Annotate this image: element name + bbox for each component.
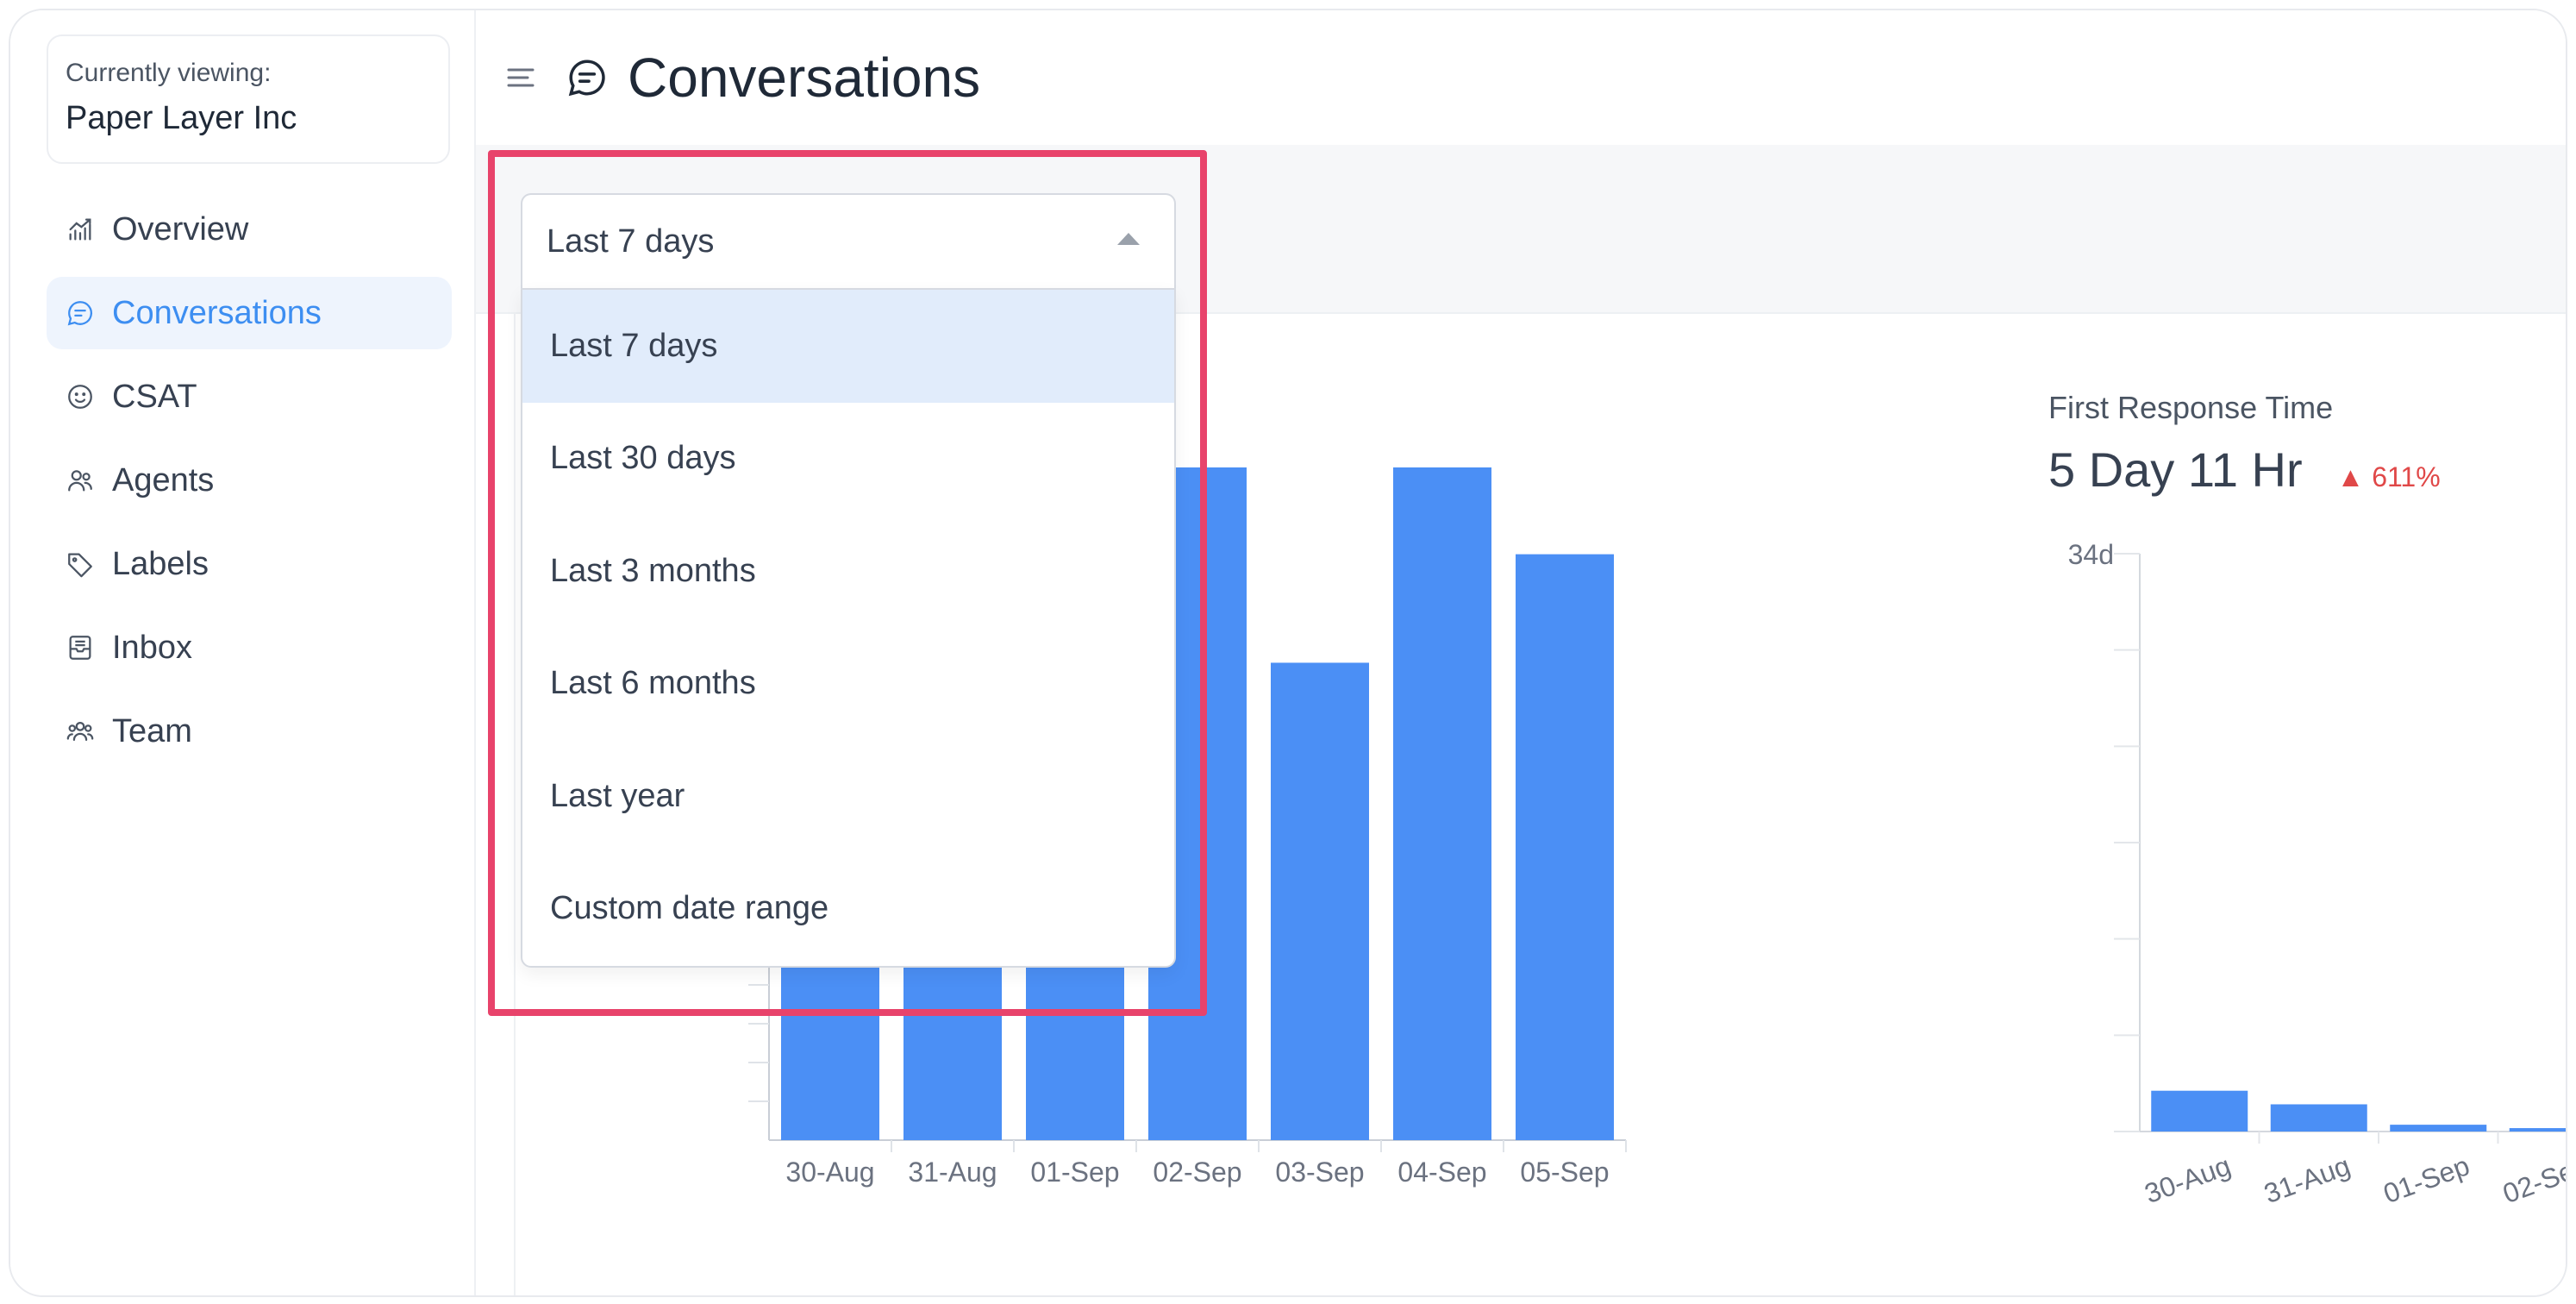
x-tick-label: 03-Sep: [1275, 1157, 1364, 1188]
smiley-icon: [66, 382, 95, 411]
x-tick-label: 04-Sep: [1397, 1157, 1486, 1188]
chart-trend-icon: [66, 215, 95, 244]
option-last-7-days[interactable]: Last 7 days: [522, 290, 1174, 403]
date-range-select[interactable]: Last 7 days: [521, 193, 1176, 288]
x-tick-label: 02-Sep: [1153, 1157, 1241, 1188]
sidebar-item-label: CSAT: [112, 378, 197, 415]
y-tick-label: 34d: [2068, 539, 2114, 570]
sidebar-item-agents[interactable]: Agents: [47, 444, 452, 517]
sidebar-item-label: Team: [112, 712, 192, 749]
sidebar: Currently viewing: Paper Layer Inc Overv…: [10, 10, 476, 1295]
x-tick-label: 30-Aug: [2141, 1150, 2235, 1209]
sidebar-item-conversations[interactable]: Conversations: [47, 277, 452, 349]
divider: [514, 312, 516, 1295]
page-header: Conversations: [476, 10, 2566, 145]
x-tick-label: 05-Sep: [1520, 1157, 1609, 1188]
metric-value: 5 Day 11 Hr: [2048, 442, 2303, 497]
tag-icon: [66, 549, 95, 579]
bar-02-Sep: [2509, 1128, 2566, 1132]
option-last-year[interactable]: Last year: [522, 740, 1174, 853]
sidebar-item-team[interactable]: Team: [47, 695, 452, 768]
date-range-selected: Last 7 days: [547, 223, 715, 260]
sidebar-item-csat[interactable]: CSAT: [47, 360, 452, 433]
metric-change: ▲ 611%: [2337, 461, 2441, 493]
account-switcher[interactable]: Currently viewing: Paper Layer Inc: [47, 34, 450, 164]
sidebar-item-label: Conversations: [112, 294, 322, 331]
bar-05-Sep: [1516, 554, 1614, 1140]
sidebar-item-label: Agents: [112, 461, 215, 498]
x-tick-label: 02-Sep: [2498, 1150, 2567, 1209]
sidebar-nav: Overview Conversations CSAT Agents Label…: [47, 193, 452, 779]
chat-bubble-icon: [566, 56, 609, 99]
account-caption: Currently viewing:: [66, 59, 272, 87]
app-window: Currently viewing: Paper Layer Inc Overv…: [9, 9, 2567, 1297]
chat-bubble-icon: [66, 298, 95, 328]
option-last-30-days[interactable]: Last 30 days: [522, 403, 1174, 516]
bar-03-Sep: [1271, 662, 1369, 1140]
option-custom-date-range[interactable]: Custom date range: [522, 853, 1174, 966]
first-response-time-chart: 34d30-Aug31-Aug01-Sep02-Sep03-Sep04-Sep0…: [2028, 528, 2567, 1222]
metric-title: First Response Time: [2048, 390, 2334, 425]
option-last-3-months[interactable]: Last 3 months: [522, 515, 1174, 628]
account-name: Paper Layer Inc: [66, 100, 297, 136]
metric-change-value: 611%: [2372, 461, 2441, 492]
sidebar-item-overview[interactable]: Overview: [47, 193, 452, 266]
menu-toggle-icon[interactable]: [507, 65, 536, 91]
sidebar-item-inbox[interactable]: Inbox: [47, 611, 452, 684]
x-tick-label: 31-Aug: [908, 1157, 997, 1188]
bar-30-Aug: [2151, 1090, 2248, 1132]
sidebar-item-label: Labels: [112, 545, 209, 582]
x-tick-label: 31-Aug: [2260, 1150, 2354, 1209]
agents-icon: [66, 466, 95, 495]
triangle-up-icon: ▲: [2336, 461, 2373, 492]
caret-up-icon: [1117, 233, 1140, 245]
bar-04-Sep: [1393, 467, 1491, 1140]
sidebar-item-labels[interactable]: Labels: [47, 528, 452, 600]
date-range-options: Last 7 days Last 30 days Last 3 months L…: [521, 288, 1176, 968]
team-icon: [66, 717, 95, 746]
x-tick-label: 01-Sep: [2379, 1150, 2473, 1209]
page-title: Conversations: [628, 47, 981, 109]
metric-value-row: 5 Day 11 Hr ▲ 611%: [2048, 442, 2441, 498]
x-tick-label: 30-Aug: [785, 1157, 874, 1188]
bar-01-Sep: [2390, 1125, 2487, 1132]
first-response-time-chart-svg: 34d30-Aug31-Aug01-Sep02-Sep03-Sep04-Sep0…: [2068, 539, 2567, 1209]
sidebar-item-label: Overview: [112, 210, 249, 248]
first-response-time-summary: First Response Time 5 Day 11 Hr ▲ 611%: [2048, 390, 2441, 498]
inbox-icon: [66, 633, 95, 662]
bar-31-Aug: [2270, 1104, 2367, 1132]
sidebar-item-label: Inbox: [112, 629, 192, 666]
option-last-6-months[interactable]: Last 6 months: [522, 628, 1174, 741]
x-tick-label: 01-Sep: [1030, 1157, 1119, 1188]
